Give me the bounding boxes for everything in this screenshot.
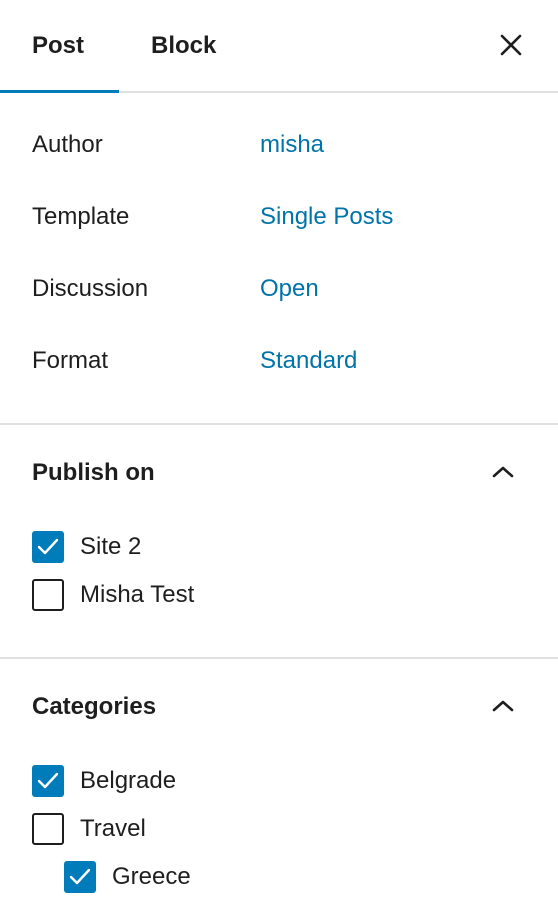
tab-post[interactable]: Post <box>0 0 119 93</box>
format-link[interactable]: Standard <box>260 347 357 375</box>
publish-site-2[interactable]: Site 2 <box>32 529 141 565</box>
categories-toggle[interactable]: Categories <box>0 659 558 757</box>
meta-row-template: Template Single Posts <box>32 197 526 237</box>
discussion-link[interactable]: Open <box>260 275 319 303</box>
site-2-label: Site 2 <box>80 533 142 560</box>
publish-on-title: Publish on <box>32 459 155 486</box>
greece-label: Greece <box>112 863 191 890</box>
checkmark-icon <box>37 538 59 555</box>
author-label: Author <box>32 131 103 158</box>
category-greece[interactable]: Greece <box>64 859 191 895</box>
meta-row-author: Author misha <box>32 125 526 165</box>
tab-post-label: Post <box>32 31 85 59</box>
checkbox-misha-test[interactable] <box>32 579 64 611</box>
chevron-up-icon <box>488 691 518 721</box>
tab-block-label: Block <box>151 31 217 59</box>
misha-test-label: Misha Test <box>80 581 195 608</box>
post-settings-sidebar: Post Block Author misha Template Single … <box>0 0 558 914</box>
category-belgrade[interactable]: Belgrade <box>32 763 176 799</box>
checkmark-icon <box>69 868 91 885</box>
chevron-up-icon <box>488 457 518 487</box>
belgrade-label: Belgrade <box>80 767 177 794</box>
sidebar-tabs: Post Block <box>0 0 558 93</box>
meta-row-format: Format Standard <box>32 341 526 381</box>
categories-panel: Categories Belgrade Travel Greece <box>0 659 558 914</box>
discussion-label: Discussion <box>32 275 149 302</box>
checkbox-site-2[interactable] <box>32 531 64 563</box>
post-meta-section: Author misha Template Single Posts Discu… <box>0 93 558 425</box>
travel-label: Travel <box>80 815 146 842</box>
template-link[interactable]: Single Posts <box>260 203 393 231</box>
categories-title: Categories <box>32 693 157 720</box>
publish-on-toggle[interactable]: Publish on <box>0 425 558 523</box>
category-travel[interactable]: Travel <box>32 811 146 847</box>
checkbox-travel[interactable] <box>32 813 64 845</box>
checkbox-greece[interactable] <box>64 861 96 893</box>
publish-misha-test[interactable]: Misha Test <box>32 577 194 613</box>
tab-block[interactable]: Block <box>151 0 216 91</box>
format-label: Format <box>32 347 109 374</box>
checkmark-icon <box>37 772 59 789</box>
template-label: Template <box>32 203 130 230</box>
checkbox-belgrade[interactable] <box>32 765 64 797</box>
close-sidebar-button[interactable] <box>494 28 528 62</box>
meta-row-discussion: Discussion Open <box>32 269 526 309</box>
author-link[interactable]: misha <box>260 131 324 159</box>
publish-on-panel: Publish on Site 2 Misha Test <box>0 425 558 659</box>
close-icon <box>500 34 522 56</box>
